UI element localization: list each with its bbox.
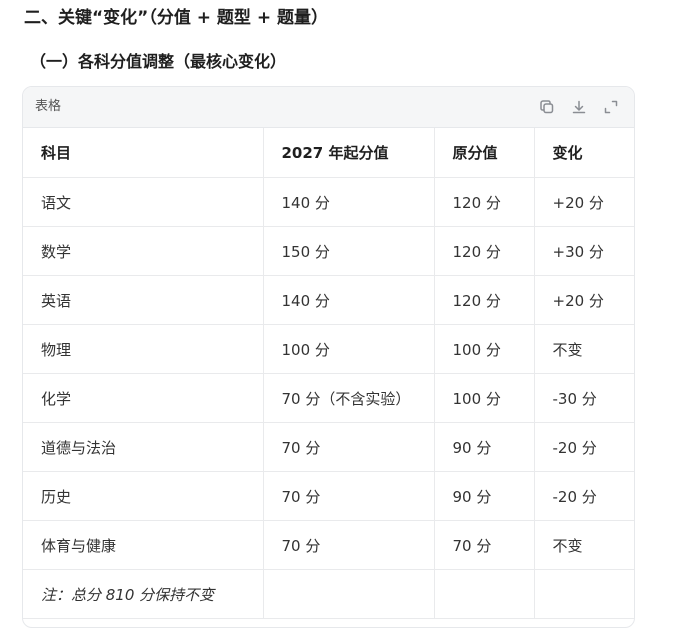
column-header-subject: 科目: [23, 128, 264, 178]
cell-empty: [263, 569, 435, 619]
table-row: 数学 150 分 120 分 +30 分: [23, 226, 634, 276]
table-row: 物理 100 分 100 分 不变: [23, 324, 634, 374]
cell-subject: 语文: [23, 177, 264, 227]
table-header-row: 科目 2027 年起分值 原分值 变化: [23, 128, 634, 178]
subsection-heading: （一）各科分值调整（最核心变化）: [30, 52, 287, 71]
table-row: 化学 70 分（不含实验） 100 分 -30 分: [23, 373, 634, 423]
cell-old-score: 90 分: [434, 471, 535, 521]
cell-subject: 体育与健康: [23, 520, 264, 570]
cell-old-score: 120 分: [434, 226, 535, 276]
cell-old-score: 100 分: [434, 324, 535, 374]
cell-subject: 数学: [23, 226, 264, 276]
download-icon[interactable]: [570, 98, 588, 116]
column-header-new-score: 2027 年起分值: [263, 128, 435, 178]
table-row: 语文 140 分 120 分 +20 分: [23, 177, 634, 227]
cell-subject: 历史: [23, 471, 264, 521]
column-header-change: 变化: [534, 128, 634, 178]
cell-old-score: 90 分: [434, 422, 535, 472]
table-card: 表格 科目 2027 年起分值 原分值 变化 语文 140 分 120 分 +2…: [22, 86, 635, 628]
cell-change: +30 分: [534, 226, 634, 276]
cell-old-score: 70 分: [434, 520, 535, 570]
table-card-header: 表格: [23, 87, 634, 128]
score-table: 科目 2027 年起分值 原分值 变化 语文 140 分 120 分 +20 分…: [23, 128, 634, 619]
cell-subject: 道德与法治: [23, 422, 264, 472]
cell-old-score: 120 分: [434, 275, 535, 325]
table-row: 历史 70 分 90 分 -20 分: [23, 471, 634, 521]
table-card-title: 表格: [35, 99, 62, 114]
expand-icon[interactable]: [602, 98, 620, 116]
table-row: 英语 140 分 120 分 +20 分: [23, 275, 634, 325]
cell-new-score: 70 分: [263, 520, 435, 570]
cell-old-score: 100 分: [434, 373, 535, 423]
cell-old-score: 120 分: [434, 177, 535, 227]
cell-new-score: 70 分: [263, 471, 435, 521]
cell-new-score: 70 分: [263, 422, 435, 472]
cell-subject: 物理: [23, 324, 264, 374]
cell-change: 不变: [534, 324, 634, 374]
table-note: 注：总分 810 分保持不变: [23, 569, 264, 619]
cell-change: -30 分: [534, 373, 634, 423]
cell-change: +20 分: [534, 177, 634, 227]
cell-change: +20 分: [534, 275, 634, 325]
cell-new-score: 70 分（不含实验）: [263, 373, 435, 423]
cell-new-score: 100 分: [263, 324, 435, 374]
table-row-note: 注：总分 810 分保持不变: [23, 569, 634, 619]
table-tools: [538, 98, 620, 116]
column-header-old-score: 原分值: [434, 128, 535, 178]
cell-new-score: 140 分: [263, 177, 435, 227]
table-row: 体育与健康 70 分 70 分 不变: [23, 520, 634, 570]
cell-subject: 化学: [23, 373, 264, 423]
cell-empty: [534, 569, 634, 619]
cell-change: -20 分: [534, 471, 634, 521]
section-heading: 二、关键“变化”（分值 + 题型 + 题量）: [24, 8, 329, 28]
cell-subject: 英语: [23, 275, 264, 325]
cell-change: -20 分: [534, 422, 634, 472]
cell-new-score: 140 分: [263, 275, 435, 325]
cell-new-score: 150 分: [263, 226, 435, 276]
table-row: 道德与法治 70 分 90 分 -20 分: [23, 422, 634, 472]
copy-icon[interactable]: [538, 98, 556, 116]
cell-change: 不变: [534, 520, 634, 570]
cell-empty: [434, 569, 535, 619]
